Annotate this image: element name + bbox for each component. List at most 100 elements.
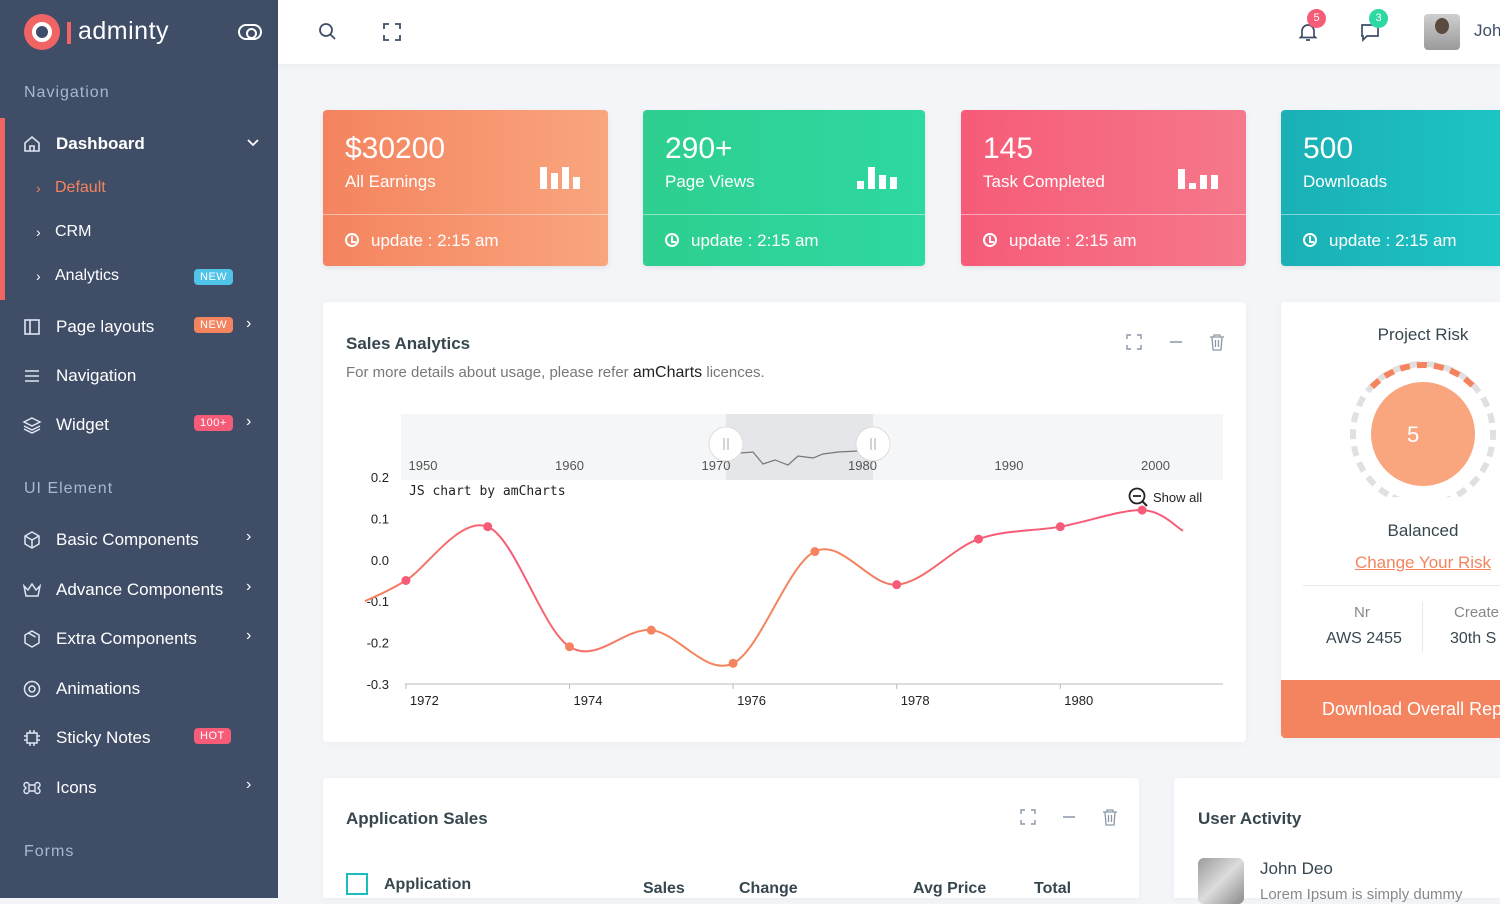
stat-divider [643,214,925,215]
box-icon [24,531,40,549]
stat-update-text: update : 2:15 am [691,231,819,250]
sidebar-item-sticky-notes[interactable]: Sticky Notes HOT [0,718,278,758]
data-point [728,658,738,668]
trash-icon[interactable] [1102,808,1118,826]
chevron-right-icon: › [246,776,252,793]
stat-update: update : 2:15 am [1303,231,1457,251]
divider [1303,585,1500,586]
sidebar-item-label: Basic Components [56,530,199,549]
sidebar-item-page-layouts[interactable]: Page layouts NEW › [0,307,278,347]
stat-value: $30200 [345,132,446,165]
stat-label: Page Views [665,172,755,191]
data-point [1055,522,1065,532]
chevron-right-icon: › [246,315,252,332]
show-all-button[interactable]: Show all [1127,486,1202,508]
sidebar-toggle-icon[interactable] [238,24,262,40]
cpu-icon [24,730,40,746]
sidebar-item-icons[interactable]: Icons › [0,768,278,808]
sidebar-item-basic-components[interactable]: Basic Components › [0,520,278,560]
show-all-label: Show all [1153,490,1203,505]
activity-user-name: John Deo [1260,859,1333,878]
data-point [974,534,983,544]
chevron-right-icon: › [36,224,41,240]
sidebar-item-label: Animations [56,679,141,698]
sidebar-item-label: Widget [56,415,109,434]
bar-chart-icon [540,167,582,189]
column-header[interactable]: Sales [643,880,685,898]
nav-caption-ui-element: UI Element [24,480,114,497]
chevron-right-icon: › [246,627,252,644]
search-icon[interactable] [316,20,340,44]
brand-divider [67,22,71,44]
y-tick-label: -0.3 [367,677,389,692]
y-tick-label: 0.0 [371,553,389,568]
sidebar-item-label: Navigation [56,366,137,385]
created-value: 30th S [1450,630,1497,647]
sales-line-chart[interactable]: 1950 1960 1970 1980 1990 2000 0.20.10.0-0.1-0… [323,302,1246,742]
avatar [1198,858,1244,904]
sidebar-item-animations[interactable]: Animations [0,669,278,709]
avatar[interactable] [1424,14,1460,50]
clock-icon [345,233,359,247]
column-header[interactable]: Application [384,876,471,894]
stat-divider [323,214,608,215]
minimize-icon[interactable] [1061,809,1077,825]
data-point [565,642,574,652]
change-risk-link[interactable]: Change Your Risk [1281,553,1500,573]
stat-update-text: update : 2:15 am [1009,231,1137,250]
home-icon [24,135,40,152]
stat-divider [961,214,1246,215]
y-tick-label: -0.2 [367,636,389,651]
stat-update: update : 2:15 am [345,231,499,251]
notification-count-badge: 5 [1307,9,1326,28]
sidebar-item-advance-components[interactable]: Advance Components › [0,570,278,610]
sidebar-subitem-crm[interactable]: › CRM [36,219,266,249]
stat-update-text: update : 2:15 am [1329,231,1457,250]
sidebar-item-extra-components[interactable]: Extra Components › [0,619,278,659]
select-all-checkbox[interactable] [346,873,368,895]
new-badge: NEW [194,269,234,285]
download-report-button[interactable]: Download Overall Rep [1281,680,1500,738]
clock-icon [1303,233,1317,247]
series-line [364,509,1184,667]
sidebar-item-label: Sticky Notes [56,728,151,747]
scrollbar-grip [855,426,891,462]
sidebar-item-dashboard[interactable]: Dashboard [0,124,278,164]
sidebar-subitem-default[interactable]: › Default [36,175,266,205]
x-tick-label: 1976 [737,693,766,708]
divider [1422,602,1423,652]
brand[interactable]: adminty [0,0,278,64]
card-title: Application Sales [346,809,488,828]
message-count-badge: 3 [1369,9,1388,28]
created-label: Create [1454,604,1500,621]
menu-icon [25,370,39,382]
topbar: 5 3 John Doe [278,0,1500,64]
sidebar-subitem-label: Analytics [55,267,120,284]
expand-icon[interactable] [1020,809,1036,825]
sidebar-subitem-label: CRM [55,223,92,240]
scrollbar-tick-label: 2000 [1141,458,1170,473]
nr-value: AWS 2455 [1326,630,1402,647]
package-icon [24,630,40,648]
stat-update-text: update : 2:15 am [371,231,499,250]
stat-label: Task Completed [983,172,1105,191]
scrollbar-grip [708,426,744,462]
column-header[interactable]: Avg Price [913,880,986,898]
user-name[interactable]: John Doe [1474,21,1500,41]
sidebar-subitem-label: Default [55,179,106,196]
sidebar-item-navigation[interactable]: Navigation [0,356,278,396]
crown-icon [22,582,42,597]
sidebar-subitem-analytics[interactable]: › Analytics NEW [36,263,266,293]
stat-value: 145 [983,132,1034,165]
chevron-right-icon: › [36,268,41,284]
chevron-down-icon [247,139,259,147]
sidebar-item-widget[interactable]: Widget 100+ › [0,405,278,445]
column-header[interactable]: Total [1034,880,1071,898]
x-tick-label: 1980 [1064,693,1093,708]
fullscreen-icon[interactable] [380,20,404,44]
column-header[interactable]: Change [739,880,798,898]
chart-scrollbar[interactable]: 1950 1960 1970 1980 1990 2000 [401,414,1223,480]
x-tick-label: 1974 [574,693,603,708]
bar-chart-icon [1178,167,1220,189]
nav-caption-navigation: Navigation [24,84,110,101]
